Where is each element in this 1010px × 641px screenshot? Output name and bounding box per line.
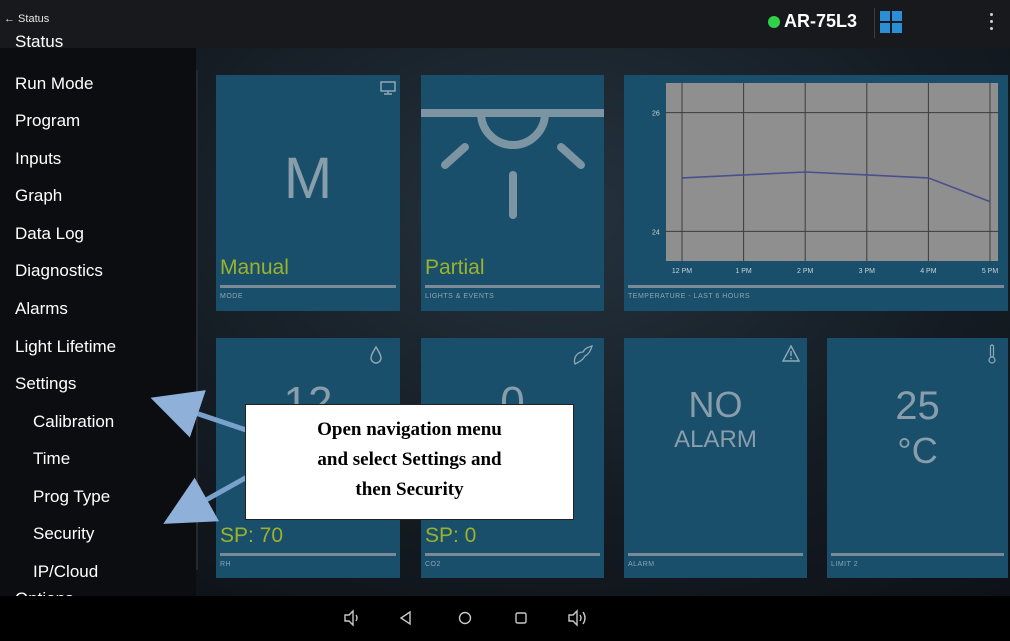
callout-line-2: and select Settings and xyxy=(317,449,502,470)
volume-down-icon[interactable] xyxy=(343,609,361,627)
arrow-to-security xyxy=(163,469,258,524)
home-nav-icon[interactable] xyxy=(457,610,473,626)
instruction-callout: Open navigation menu and select Settings… xyxy=(245,404,574,520)
system-navigation-bar xyxy=(0,596,1010,641)
volume-up-icon[interactable] xyxy=(567,609,589,627)
back-nav-icon[interactable] xyxy=(398,610,414,626)
callout-line-3: then Security xyxy=(355,479,464,500)
annotation-arrows xyxy=(150,390,258,524)
recents-nav-icon[interactable] xyxy=(513,610,529,626)
callout-line-1: Open navigation menu xyxy=(317,419,502,440)
arrow-to-settings xyxy=(150,390,253,438)
screen: ← Status AR-75L3 M Manual MODE Partial L… xyxy=(0,0,1010,641)
